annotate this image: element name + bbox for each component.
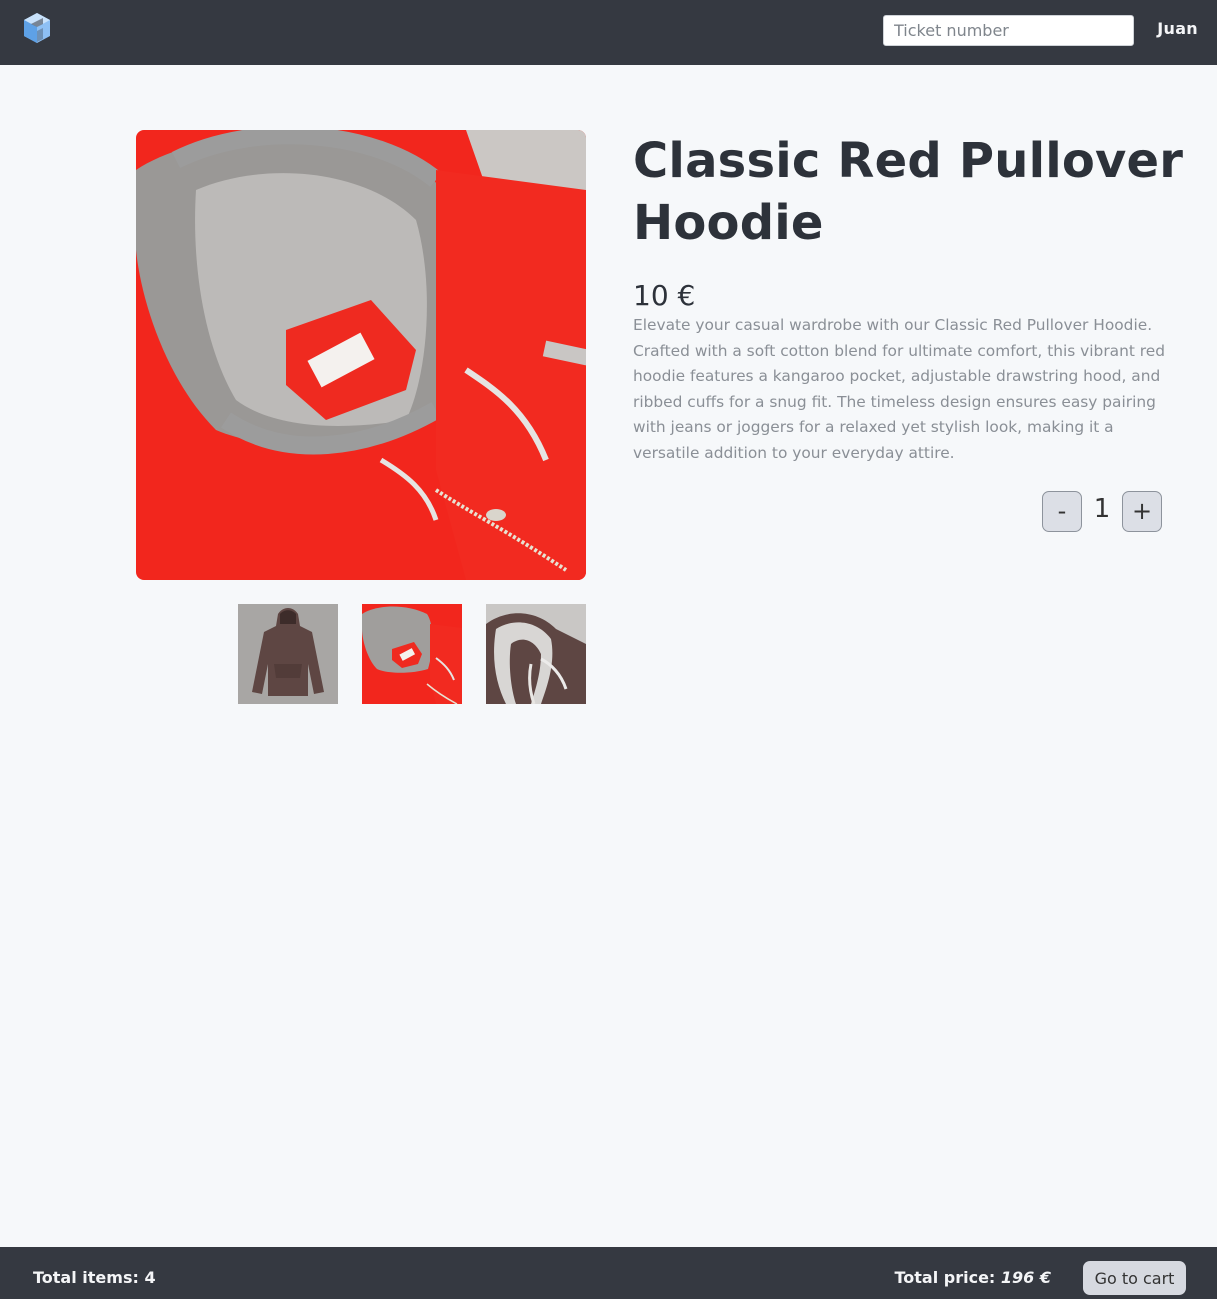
product-description: Elevate your casual wardrobe with our Cl… [633,316,1165,462]
thumbnail-red-hoodie-collar[interactable] [362,604,462,704]
product-price: 10 € [633,279,696,312]
thumbnail-brown-hoodie-front[interactable] [238,604,338,704]
quantity-value: 1 [1093,494,1111,524]
top-navbar: Juan [0,0,1217,65]
thumbnail-brown-hoodie-detail[interactable] [486,604,586,704]
total-items-label: Total items: [33,1268,139,1287]
total-price-label: Total price: [894,1268,996,1287]
decrease-quantity-button[interactable]: - [1042,491,1082,532]
ticket-number-input[interactable] [883,15,1134,46]
total-items: Total items: 4 [33,1268,156,1287]
go-to-cart-button[interactable]: Go to cart [1083,1261,1186,1295]
user-name-link[interactable]: Juan [1157,19,1198,38]
total-items-value: 4 [144,1268,156,1287]
main-product-image [136,130,586,580]
product-title: Classic Red Pullover Hoodie [633,133,1184,251]
total-price: Total price: 196 € [894,1268,1051,1287]
cart-summary-bar: Total items: 4 Total price: 196 € Go to … [0,1247,1217,1299]
cube-logo-icon[interactable] [22,12,52,44]
total-price-value: 196 € [1000,1268,1051,1287]
increase-quantity-button[interactable]: + [1122,491,1162,532]
